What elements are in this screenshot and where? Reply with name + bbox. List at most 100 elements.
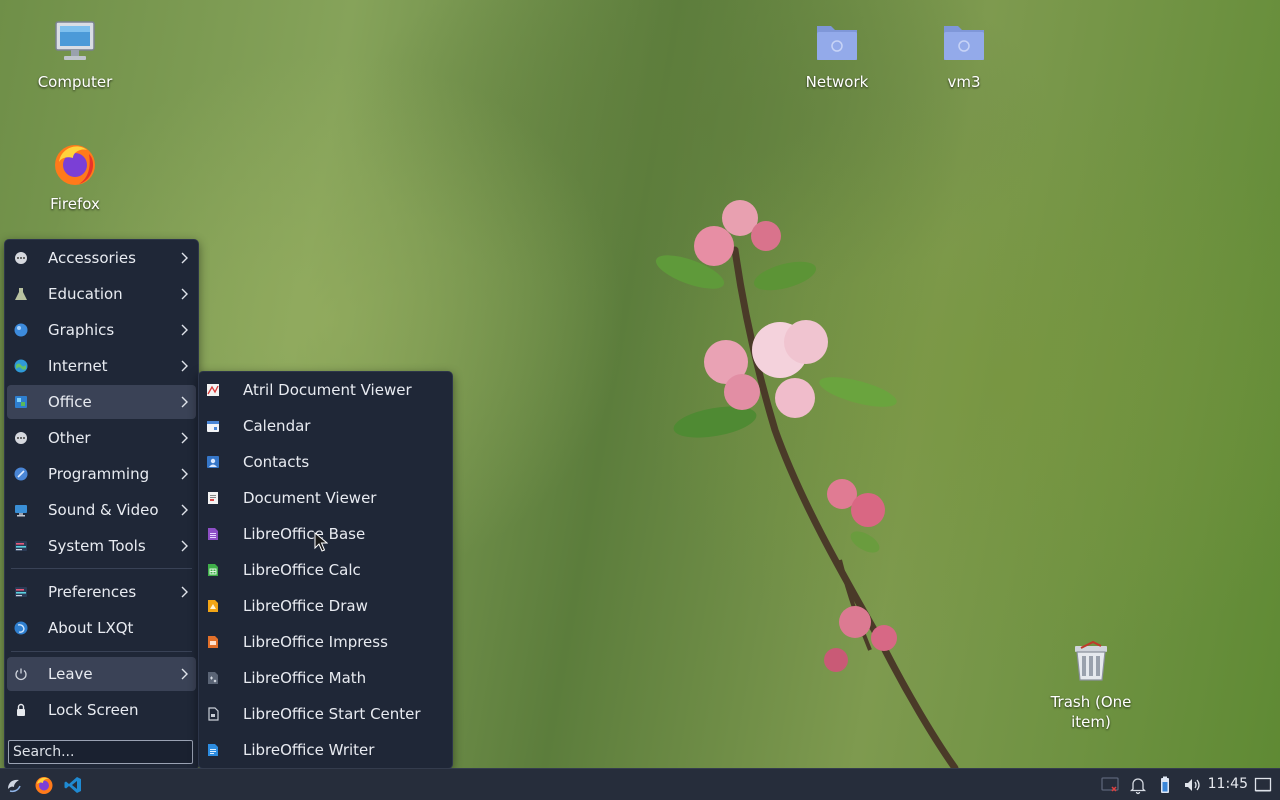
start-menu-button[interactable] — [4, 775, 24, 795]
submenu-item-libreoffice-math[interactable]: LibreOffice Math — [201, 661, 450, 695]
tray-network-status[interactable] — [1100, 775, 1120, 795]
libreoffice-calc-icon — [208, 564, 218, 576]
submenu-item-label: LibreOffice Draw — [243, 597, 368, 615]
submenu-item-label: LibreOffice Impress — [243, 633, 388, 651]
menu-search-input[interactable] — [8, 740, 193, 764]
submenu-item-atril[interactable]: Atril Document Viewer — [201, 373, 450, 407]
chevron-right-icon — [181, 396, 188, 408]
submenu-item-label: Calendar — [243, 417, 311, 435]
other-icon — [15, 432, 27, 444]
submenu-item-label: LibreOffice Calc — [243, 561, 361, 579]
submenu-item-libreoffice-start-center[interactable]: LibreOffice Start Center — [201, 697, 450, 731]
libreoffice-start-center-icon — [208, 707, 219, 721]
desktop-background[interactable]: Computer Firefox Network vm3 Trash (One … — [0, 0, 1280, 768]
firefox-icon — [55, 145, 95, 185]
menu-item-office[interactable]: Office — [7, 385, 196, 419]
taskbar: 11:45 — [0, 768, 1280, 800]
submenu-item-calendar[interactable]: Calendar — [201, 409, 450, 443]
menu-item-about-lxqt[interactable]: About LXQt — [7, 611, 196, 645]
menu-item-label: Programming — [48, 465, 150, 483]
desktop-icon-label: Computer — [37, 73, 113, 91]
libreoffice-impress-icon — [208, 636, 218, 648]
programming-icon — [14, 467, 28, 481]
office-submenu: Atril Document Viewer Calendar Contacts … — [198, 371, 453, 768]
education-icon — [15, 288, 27, 300]
submenu-item-libreoffice-draw[interactable]: LibreOffice Draw — [201, 589, 450, 623]
network-disconnected-icon — [1101, 777, 1119, 792]
menu-item-sound-video[interactable]: Sound & Video — [7, 493, 196, 527]
menu-item-graphics[interactable]: Graphics — [7, 313, 196, 347]
menu-item-label: Other — [48, 429, 91, 447]
desktop-icon-label: Trash (One item) — [1050, 693, 1132, 731]
lxqt-icon — [14, 621, 28, 635]
taskbar-clock[interactable]: 11:45 — [1208, 769, 1248, 800]
menu-item-label: Internet — [48, 357, 108, 375]
libreoffice-base-icon — [208, 528, 218, 540]
power-icon — [15, 668, 27, 681]
menu-item-preferences[interactable]: Preferences — [7, 575, 196, 609]
menu-item-label: Graphics — [48, 321, 115, 339]
accessories-icon — [15, 252, 27, 264]
taskbar-firefox-launcher[interactable] — [34, 775, 54, 795]
menu-separator — [11, 568, 192, 569]
menu-item-label: Sound & Video — [48, 501, 159, 519]
document-viewer-icon — [208, 492, 218, 504]
atril-icon — [207, 384, 219, 396]
chevron-right-icon — [181, 668, 188, 680]
menu-item-education[interactable]: Education — [7, 277, 196, 311]
menu-item-internet[interactable]: Internet — [7, 349, 196, 383]
submenu-item-libreoffice-impress[interactable]: LibreOffice Impress — [201, 625, 450, 659]
menu-item-label: Accessories — [48, 249, 136, 267]
desktop-icon-label: Firefox — [50, 195, 100, 213]
submenu-item-libreoffice-calc[interactable]: LibreOffice Calc — [201, 553, 450, 587]
desktop-icon-label: vm3 — [947, 73, 981, 91]
submenu-item-contacts[interactable]: Contacts — [201, 445, 450, 479]
desktop-icon-firefox[interactable]: Firefox — [20, 140, 130, 214]
tray-volume[interactable] — [1182, 775, 1202, 795]
menu-item-other[interactable]: Other — [7, 421, 196, 455]
menu-item-programming[interactable]: Programming — [7, 457, 196, 491]
chevron-right-icon — [181, 288, 188, 300]
taskbar-vscode-launcher[interactable] — [63, 775, 83, 795]
submenu-item-libreoffice-base[interactable]: LibreOffice Base — [201, 517, 450, 551]
libreoffice-math-icon — [208, 672, 218, 684]
battery-icon — [1161, 776, 1169, 793]
system-tools-icon — [15, 541, 27, 551]
chevron-right-icon — [181, 324, 188, 336]
desktop-icon-computer[interactable]: Computer — [20, 18, 130, 92]
vscode-icon — [64, 777, 81, 793]
folder-icon — [944, 26, 984, 60]
chevron-right-icon — [181, 504, 188, 516]
tray-notifications[interactable] — [1128, 775, 1148, 795]
chevron-right-icon — [181, 586, 188, 598]
desktop-icon-label: Network — [805, 73, 869, 91]
show-desktop-icon — [1254, 777, 1272, 792]
libreoffice-writer-icon — [208, 744, 218, 756]
desktop-icon-trash[interactable]: Trash (One item) — [1036, 638, 1146, 732]
tray-battery[interactable] — [1155, 775, 1175, 795]
submenu-item-document-viewer[interactable]: Document Viewer — [201, 481, 450, 515]
desktop-icon-network[interactable]: Network — [782, 18, 892, 92]
internet-icon — [14, 359, 28, 373]
menu-item-system-tools[interactable]: System Tools — [7, 529, 196, 563]
submenu-item-label: Contacts — [243, 453, 310, 471]
contacts-icon — [207, 456, 219, 468]
menu-item-accessories[interactable]: Accessories — [7, 241, 196, 275]
menu-separator — [11, 651, 192, 652]
libreoffice-draw-icon — [208, 600, 218, 612]
menu-item-lock-screen[interactable]: Lock Screen — [7, 693, 196, 727]
menu-item-leave[interactable]: Leave — [7, 657, 196, 691]
firefox-icon — [35, 777, 53, 794]
desktop-icon-vm3[interactable]: vm3 — [909, 18, 1019, 92]
show-desktop-button[interactable] — [1253, 775, 1273, 795]
menu-item-label: Lock Screen — [48, 701, 139, 719]
menu-item-label: About LXQt — [48, 619, 134, 637]
submenu-item-label: LibreOffice Base — [243, 525, 366, 543]
office-icon — [15, 396, 27, 408]
submenu-item-libreoffice-writer[interactable]: LibreOffice Writer — [201, 733, 450, 767]
calendar-icon — [207, 421, 219, 432]
application-menu: Accessories Education Graphics Internet … — [4, 239, 199, 768]
submenu-item-label: LibreOffice Writer — [243, 741, 375, 759]
volume-icon — [1185, 779, 1200, 791]
trash-icon — [1075, 640, 1107, 681]
